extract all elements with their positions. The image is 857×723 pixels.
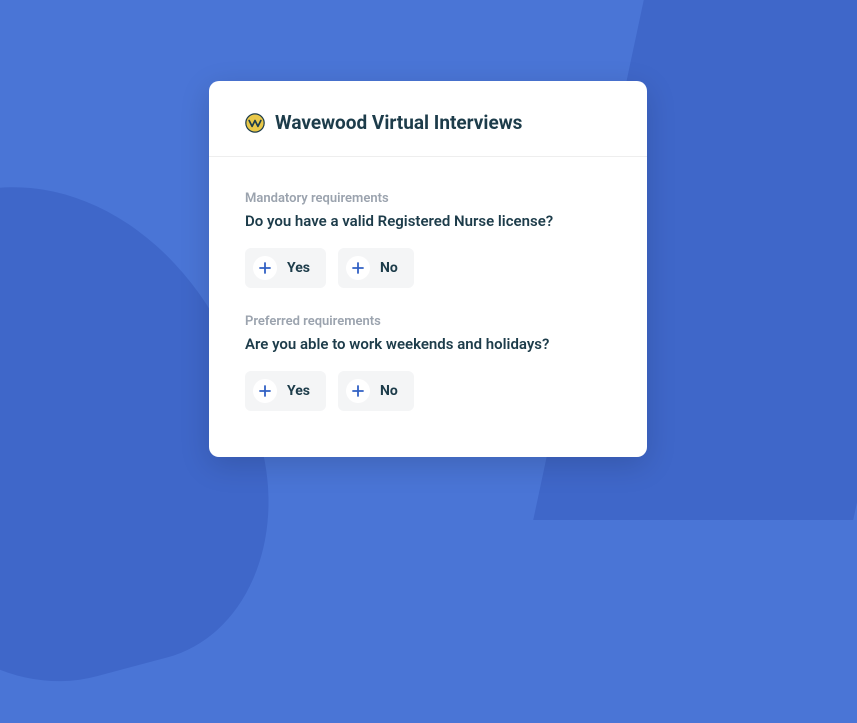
preferred-yes-button[interactable]: Yes (245, 371, 326, 411)
plus-icon (253, 379, 277, 403)
mandatory-section-label: Mandatory requirements (245, 191, 611, 206)
no-label: No (380, 383, 398, 399)
wavewood-logo-icon (245, 113, 265, 133)
card-body: Mandatory requirements Do you have a val… (209, 157, 647, 457)
no-label: No (380, 260, 398, 276)
plus-icon (253, 256, 277, 280)
mandatory-section: Mandatory requirements Do you have a val… (245, 175, 611, 298)
mandatory-question: Do you have a valid Registered Nurse lic… (245, 212, 611, 230)
preferred-section: Preferred requirements Are you able to w… (245, 298, 611, 421)
mandatory-no-button[interactable]: No (338, 248, 414, 288)
preferred-button-row: Yes No (245, 371, 611, 411)
preferred-section-label: Preferred requirements (245, 314, 611, 329)
plus-icon (346, 379, 370, 403)
plus-icon (346, 256, 370, 280)
preferred-question: Are you able to work weekends and holida… (245, 335, 611, 353)
mandatory-button-row: Yes No (245, 248, 611, 288)
yes-label: Yes (287, 260, 310, 276)
yes-label: Yes (287, 383, 310, 399)
interview-card: Wavewood Virtual Interviews Mandatory re… (209, 81, 647, 457)
card-title: Wavewood Virtual Interviews (275, 111, 522, 134)
mandatory-yes-button[interactable]: Yes (245, 248, 326, 288)
preferred-no-button[interactable]: No (338, 371, 414, 411)
card-header: Wavewood Virtual Interviews (209, 81, 647, 157)
